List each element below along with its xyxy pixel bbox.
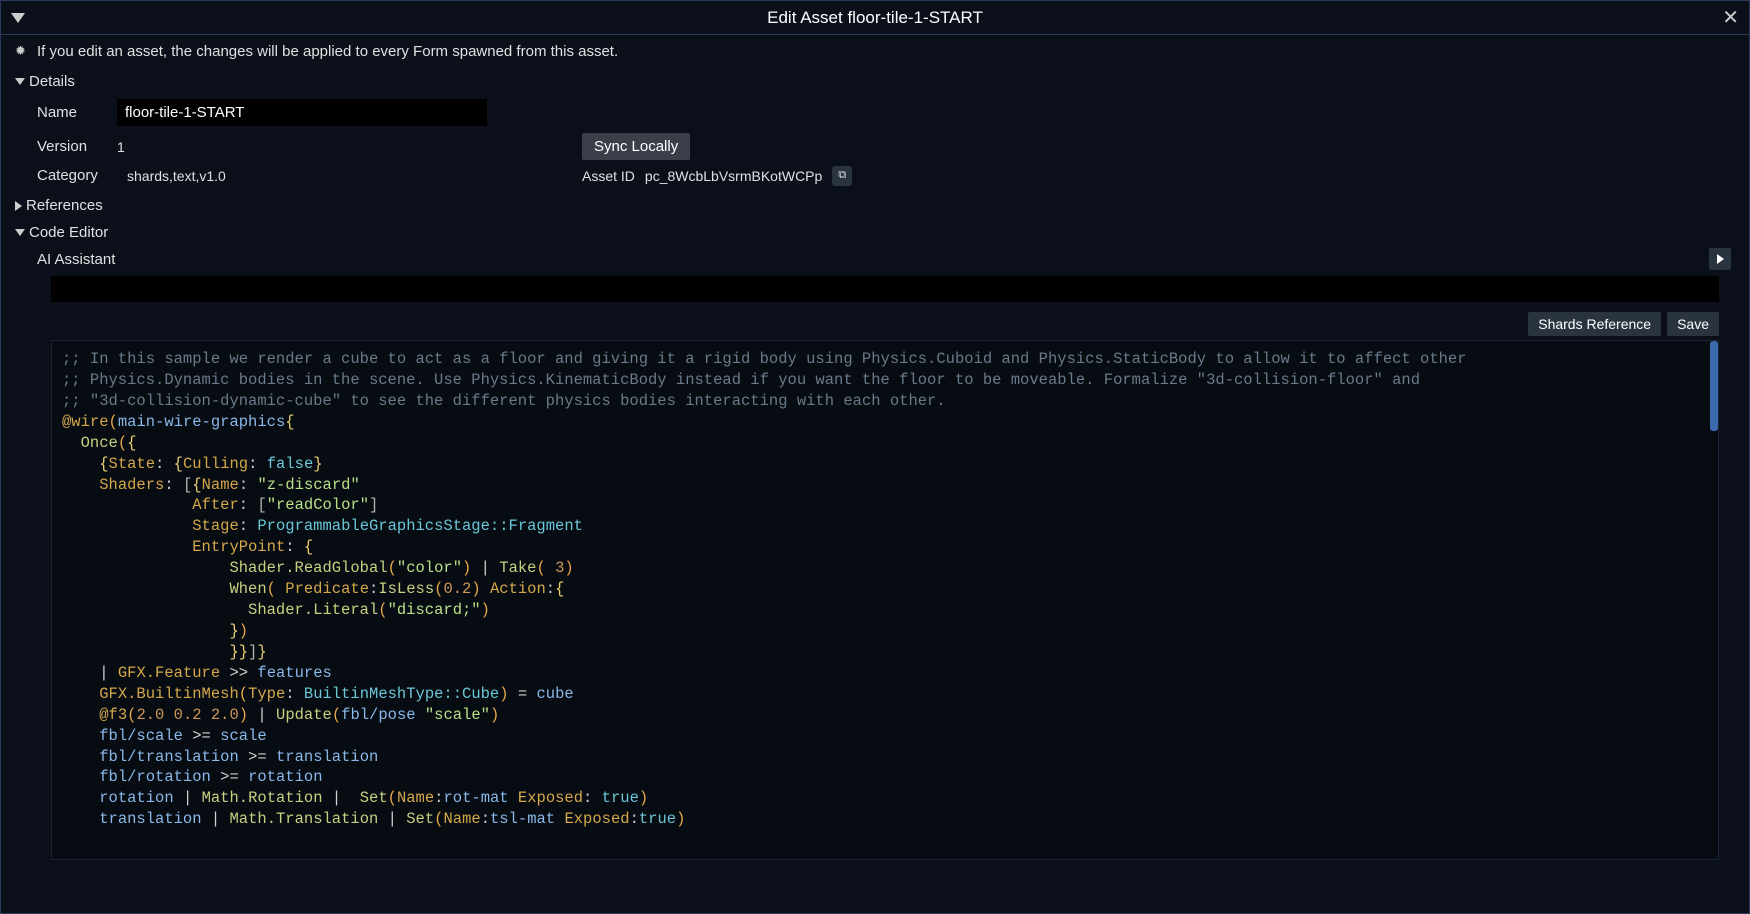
asset-editor-window: Edit Asset floor-tile-1-START ✕ If you e… [0, 0, 1750, 914]
asset-id-label: Asset ID [582, 168, 635, 184]
version-value: 1 [117, 139, 125, 155]
category-value: shards,text,v1.0 [127, 168, 226, 184]
ai-assistant-label: AI Assistant [37, 251, 115, 268]
category-label: Category [37, 167, 107, 184]
info-bar: If you edit an asset, the changes will b… [1, 35, 1749, 68]
info-text: If you edit an asset, the changes will b… [37, 43, 618, 60]
details-section: Details Name Version 1 Sync Locally Cate… [1, 68, 1749, 192]
copy-icon[interactable]: ⧉ [832, 166, 852, 186]
sync-locally-button[interactable]: Sync Locally [582, 133, 690, 160]
code-editor-section: Code Editor AI Assistant Shards Referenc… [1, 219, 1749, 913]
code-editor-header[interactable]: Code Editor [15, 221, 1735, 244]
code-toolbar: Shards Reference Save [15, 308, 1735, 340]
chevron-down-icon [15, 229, 25, 236]
references-label: References [26, 197, 103, 214]
play-icon [1717, 254, 1724, 264]
close-icon[interactable]: ✕ [1722, 5, 1739, 30]
code-editor-label: Code Editor [29, 224, 108, 241]
chevron-down-icon [15, 78, 25, 85]
details-header[interactable]: Details [15, 70, 1735, 93]
chevron-right-icon [15, 201, 22, 211]
asset-id-value: pc_8WcbLbVsrmBKotWCPp [645, 168, 822, 184]
window-title: Edit Asset floor-tile-1-START [0, 8, 1750, 28]
references-section: References [1, 192, 1749, 219]
collapse-icon[interactable] [11, 13, 25, 23]
version-label: Version [37, 138, 97, 155]
details-label: Details [29, 73, 75, 90]
info-icon [15, 45, 29, 59]
scrollbar[interactable] [1710, 341, 1718, 431]
name-label: Name [37, 104, 97, 121]
shards-reference-button[interactable]: Shards Reference [1528, 312, 1661, 336]
name-input[interactable] [117, 99, 487, 126]
titlebar: Edit Asset floor-tile-1-START ✕ [1, 1, 1749, 35]
ai-assistant-input[interactable] [51, 276, 1719, 302]
code-editor[interactable]: ;; In this sample we render a cube to ac… [51, 340, 1719, 860]
ai-run-button[interactable] [1709, 248, 1731, 270]
references-header[interactable]: References [15, 194, 1735, 217]
save-button[interactable]: Save [1667, 312, 1719, 336]
code-content[interactable]: ;; In this sample we render a cube to ac… [52, 341, 1718, 838]
ai-assistant-row: AI Assistant [15, 244, 1735, 274]
